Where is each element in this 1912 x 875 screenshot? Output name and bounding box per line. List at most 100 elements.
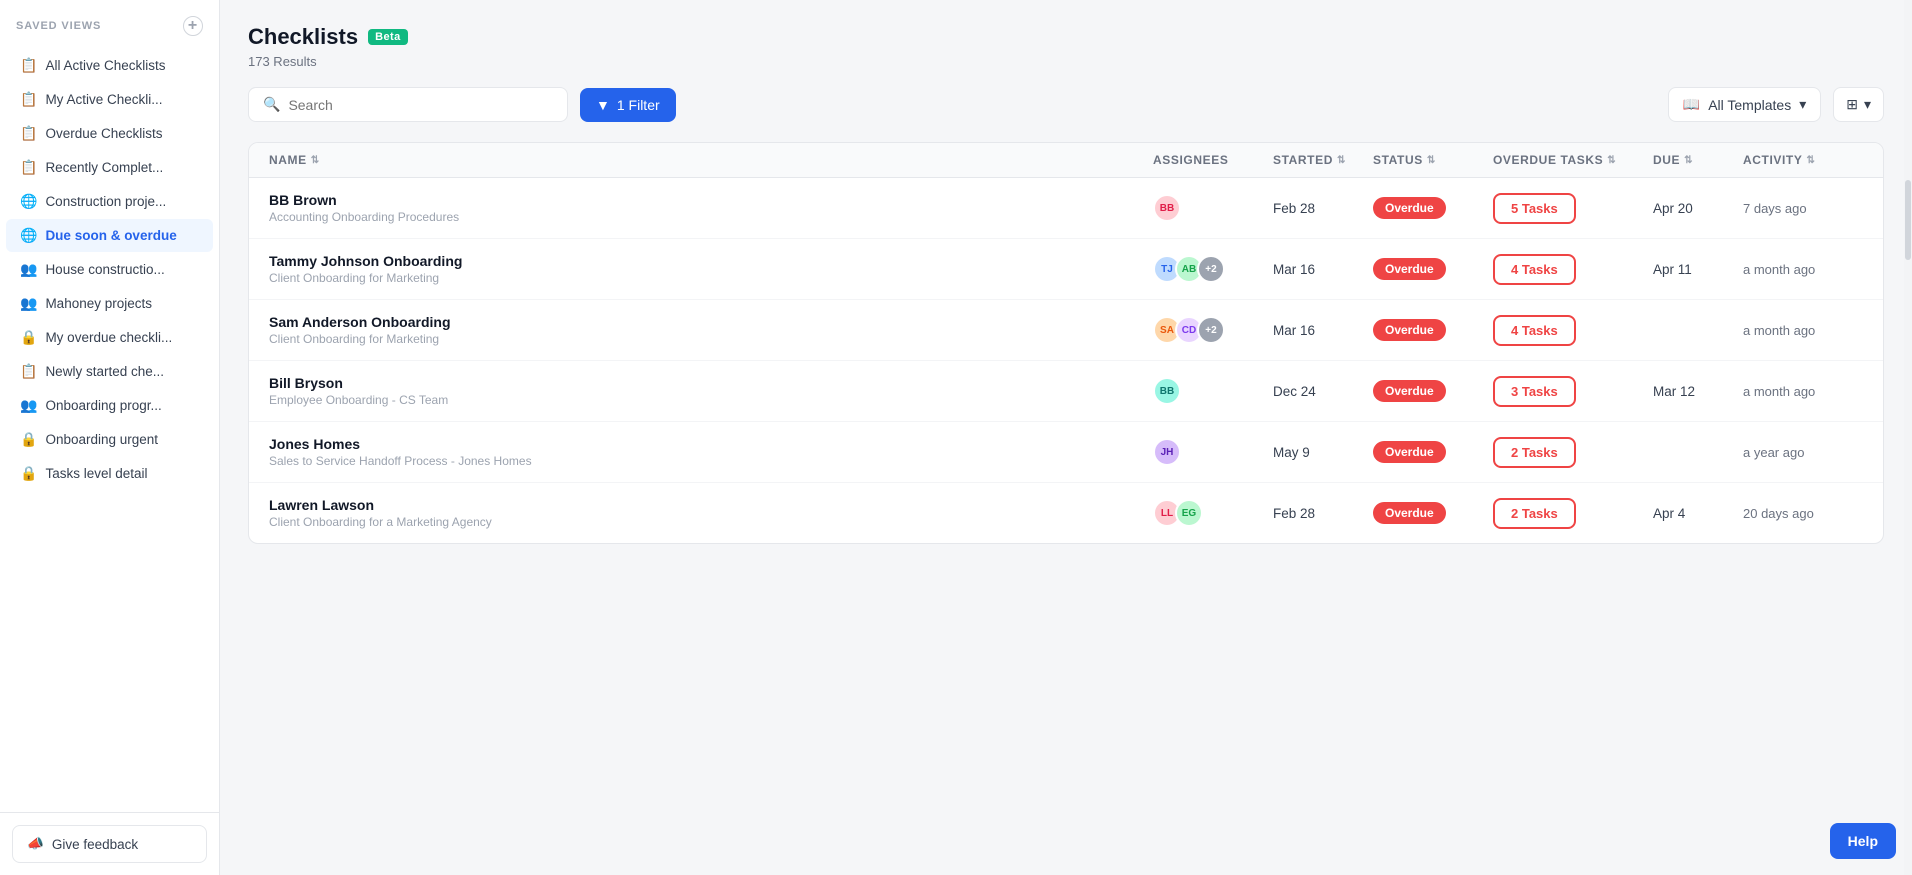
started-cell: Mar 16 [1273, 323, 1373, 338]
page-title: Checklists [248, 24, 358, 50]
table-row[interactable]: Jones Homes Sales to Service Handoff Pro… [249, 422, 1883, 483]
activity-cell: a month ago [1743, 262, 1863, 277]
sidebar-item-onboarding-prog[interactable]: 👥 Onboarding progr... [6, 389, 213, 422]
activity-cell: 20 days ago [1743, 506, 1863, 521]
overdue-tasks-cell[interactable]: 2 Tasks [1493, 437, 1653, 468]
activity-cell: a year ago [1743, 445, 1863, 460]
filter-icon: ▼ [596, 97, 610, 113]
filter-button[interactable]: ▼ 1 Filter [580, 88, 676, 122]
overdue-tasks-cell[interactable]: 2 Tasks [1493, 498, 1653, 529]
sidebar-item-newly[interactable]: 📋 Newly started che... [6, 355, 213, 388]
tasks-badge[interactable]: 2 Tasks [1493, 437, 1576, 468]
sort-icon-name: ⇅ [311, 155, 320, 166]
th-assignees: ASSIGNEES [1153, 153, 1273, 167]
sidebar-item-all-active[interactable]: 📋 All Active Checklists [6, 49, 213, 82]
started-cell: Feb 28 [1273, 201, 1373, 216]
status-cell: Overdue [1373, 319, 1493, 341]
table-row[interactable]: Sam Anderson Onboarding Client Onboardin… [249, 300, 1883, 361]
status-badge: Overdue [1373, 197, 1446, 219]
th-overdue_tasks[interactable]: OVERDUE TASKS⇅ [1493, 153, 1653, 167]
tasks-badge[interactable]: 3 Tasks [1493, 376, 1576, 407]
sidebar: SAVED VIEWS + 📋 All Active Checklists 📋 … [0, 0, 220, 875]
checklists-table: NAME⇅ASSIGNEESSTARTED⇅STATUS⇅OVERDUE TAS… [248, 142, 1884, 544]
started-cell: Dec 24 [1273, 384, 1373, 399]
row-subtitle: Client Onboarding for a Marketing Agency [269, 515, 1153, 529]
beta-badge: Beta [368, 29, 408, 45]
overdue-tasks-cell[interactable]: 4 Tasks [1493, 315, 1653, 346]
sidebar-item-due-soon[interactable]: 🌐 Due soon & overdue [6, 219, 213, 252]
filter-label: 1 Filter [617, 97, 660, 113]
row-subtitle: Employee Onboarding - CS Team [269, 393, 1153, 407]
feedback-button[interactable]: 📣 Give feedback [12, 825, 207, 863]
avatar: JH [1153, 438, 1181, 466]
row-subtitle: Client Onboarding for Marketing [269, 271, 1153, 285]
main-content: Checklists Beta 173 Results 🔍 ▼ 1 Filter… [220, 0, 1912, 875]
view-toggle-button[interactable]: ⊞ ▾ [1833, 87, 1884, 122]
scrollbar-track [1904, 0, 1912, 875]
table-row[interactable]: Tammy Johnson Onboarding Client Onboardi… [249, 239, 1883, 300]
tasks-badge[interactable]: 4 Tasks [1493, 254, 1576, 285]
th-activity[interactable]: ACTIVITY⇅ [1743, 153, 1863, 167]
th-name[interactable]: NAME⇅ [269, 153, 1153, 167]
avatar: EG [1175, 499, 1203, 527]
sidebar-icon-onboarding-urgent: 🔒 [20, 431, 37, 448]
row-name: Lawren Lawson [269, 497, 1153, 513]
sidebar-item-mahoney[interactable]: 👥 Mahoney projects [6, 287, 213, 320]
sidebar-label-mahoney: Mahoney projects [45, 296, 152, 311]
overdue-tasks-cell[interactable]: 4 Tasks [1493, 254, 1653, 285]
add-view-button[interactable]: + [183, 16, 203, 36]
sidebar-item-construction[interactable]: 🌐 Construction proje... [6, 185, 213, 218]
templates-button[interactable]: 📖 All Templates ▾ [1668, 87, 1821, 122]
sidebar-item-overdue[interactable]: 📋 Overdue Checklists [6, 117, 213, 150]
sidebar-label-construction: Construction proje... [45, 194, 166, 209]
activity-cell: 7 days ago [1743, 201, 1863, 216]
status-cell: Overdue [1373, 441, 1493, 463]
status-badge: Overdue [1373, 319, 1446, 341]
sidebar-item-my-active[interactable]: 📋 My Active Checkli... [6, 83, 213, 116]
sidebar-icon-overdue: 📋 [20, 125, 37, 142]
templates-label: All Templates [1708, 97, 1791, 113]
tasks-badge[interactable]: 2 Tasks [1493, 498, 1576, 529]
search-icon: 🔍 [263, 96, 280, 113]
toolbar: 🔍 ▼ 1 Filter 📖 All Templates ▾ ⊞ ▾ [248, 87, 1884, 122]
table-row[interactable]: Lawren Lawson Client Onboarding for a Ma… [249, 483, 1883, 543]
table-header: NAME⇅ASSIGNEESSTARTED⇅STATUS⇅OVERDUE TAS… [249, 143, 1883, 178]
search-input[interactable] [288, 97, 553, 113]
sidebar-item-onboarding-urgent[interactable]: 🔒 Onboarding urgent [6, 423, 213, 456]
sort-icon-overdue_tasks: ⇅ [1607, 155, 1616, 166]
row-subtitle: Sales to Service Handoff Process - Jones… [269, 454, 1153, 468]
sidebar-label-house: House constructio... [45, 262, 164, 277]
sidebar-item-house[interactable]: 👥 House constructio... [6, 253, 213, 286]
row-name: Bill Bryson [269, 375, 1153, 391]
table-row[interactable]: BB Brown Accounting Onboarding Procedure… [249, 178, 1883, 239]
tasks-badge[interactable]: 4 Tasks [1493, 315, 1576, 346]
row-name-cell: BB Brown Accounting Onboarding Procedure… [269, 192, 1153, 224]
th-started[interactable]: STARTED⇅ [1273, 153, 1373, 167]
sidebar-item-tasks-level[interactable]: 🔒 Tasks level detail [6, 457, 213, 490]
scrollbar-thumb[interactable] [1905, 180, 1911, 260]
overdue-tasks-cell[interactable]: 5 Tasks [1493, 193, 1653, 224]
sidebar-label-onboarding-urgent: Onboarding urgent [45, 432, 158, 447]
sidebar-label-recently: Recently Complet... [45, 160, 163, 175]
sidebar-item-my-overdue[interactable]: 🔒 My overdue checkli... [6, 321, 213, 354]
sidebar-icon-tasks-level: 🔒 [20, 465, 37, 482]
th-due[interactable]: DUE⇅ [1653, 153, 1743, 167]
sidebar-label-newly: Newly started che... [45, 364, 164, 379]
avatar: BB [1153, 377, 1181, 405]
row-name-cell: Bill Bryson Employee Onboarding - CS Tea… [269, 375, 1153, 407]
chevron-down-icon: ▾ [1799, 96, 1806, 113]
help-button[interactable]: Help [1830, 823, 1896, 859]
due-cell: Apr 11 [1653, 262, 1743, 277]
th-status[interactable]: STATUS⇅ [1373, 153, 1493, 167]
book-icon: 📖 [1683, 96, 1700, 113]
overdue-tasks-cell[interactable]: 3 Tasks [1493, 376, 1653, 407]
feedback-icon: 📣 [27, 836, 44, 852]
started-cell: May 9 [1273, 445, 1373, 460]
avatar: +2 [1197, 316, 1225, 344]
sidebar-item-recently[interactable]: 📋 Recently Complet... [6, 151, 213, 184]
status-cell: Overdue [1373, 197, 1493, 219]
table-row[interactable]: Bill Bryson Employee Onboarding - CS Tea… [249, 361, 1883, 422]
search-box: 🔍 [248, 87, 568, 122]
sort-icon-status: ⇅ [1427, 155, 1436, 166]
tasks-badge[interactable]: 5 Tasks [1493, 193, 1576, 224]
